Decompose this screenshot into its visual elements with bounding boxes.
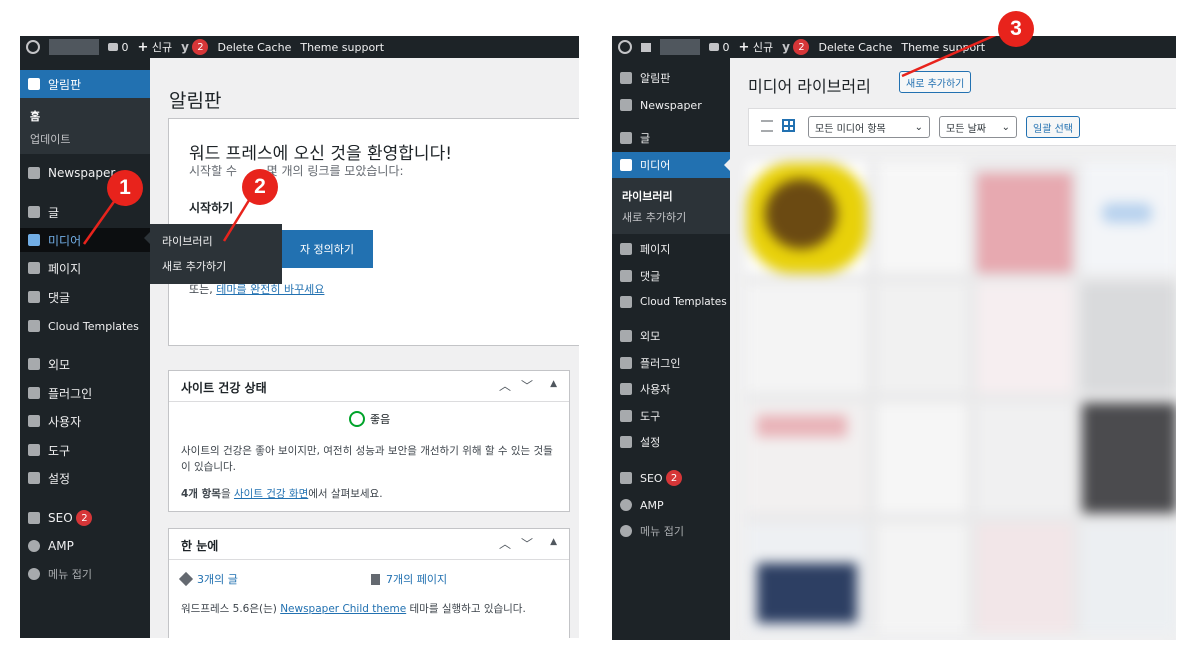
arrow-line-1 (82, 195, 120, 245)
arrow-line-3 (901, 36, 997, 78)
annotation-badge-3: 3 (998, 11, 1034, 47)
left-screenshot: 0 + 신규 y 2 Delete Cache Theme support 알림… (20, 36, 579, 638)
right-screenshot: 0 + 신규 y 2 Delete Cache Theme support 알림… (612, 36, 1176, 640)
annotation-badge-1: 1 (107, 170, 143, 206)
annotation-arrows (901, 36, 997, 78)
arrow-line-2 (222, 196, 253, 242)
annotation-badge-2: 2 (242, 169, 278, 205)
annotation-arrows (82, 195, 253, 245)
